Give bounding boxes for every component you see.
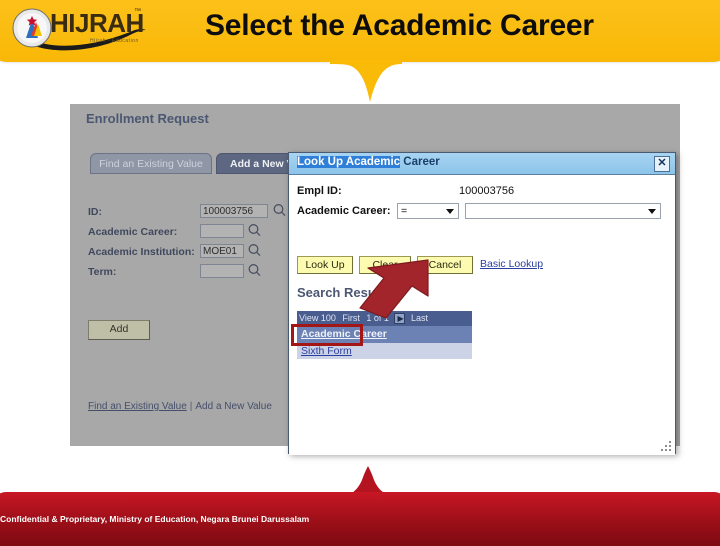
label-academic-institution: Academic Institution: (88, 246, 195, 258)
label-academic-career: Academic Career: (88, 226, 178, 238)
header-bubble-tail (330, 60, 402, 102)
input-term[interactable] (200, 264, 244, 278)
link-find-existing-value[interactable]: Find an Existing Value (88, 401, 187, 412)
add-button[interactable]: Add (88, 320, 150, 340)
bottom-links: Find an Existing Value | Add a New Value (88, 401, 272, 412)
footer-banner: Confidential & Proprietary, Ministry of … (0, 492, 720, 546)
chevron-down-icon-operator (446, 209, 454, 214)
resize-handle[interactable] (661, 441, 672, 452)
logo-subtitle: Hijrah - Education (90, 38, 139, 44)
logo-trademark: ™ (134, 8, 141, 15)
annotation-arrow-icon (340, 256, 436, 332)
tab-find-existing-value[interactable]: Find an Existing Value (90, 153, 212, 174)
modal-title: Look Up Academic Career (297, 156, 440, 168)
label-id: ID: (88, 206, 102, 218)
label-term: Term: (88, 266, 117, 278)
app-page-title: Enrollment Request (86, 111, 209, 126)
label-empl-id: Empl ID: (297, 185, 342, 197)
hijrah-logo: HIJRAH ™ Hijrah - Education (6, 2, 156, 54)
input-academic-institution[interactable]: MOE01 (200, 244, 244, 258)
page-title: Select the Academic Career (205, 9, 594, 42)
close-icon[interactable]: ✕ (654, 156, 670, 172)
logo-wordmark: HIJRAH (50, 8, 144, 38)
label-modal-academic-career: Academic Career: (297, 205, 391, 217)
basic-lookup-link[interactable]: Basic Lookup (480, 258, 543, 270)
view-count-label[interactable]: View 100 (297, 313, 338, 323)
value-empl-id: 100003756 (459, 185, 515, 197)
modal-title-rest: Career (400, 156, 440, 168)
modal-titlebar: Look Up Academic Career ✕ (289, 153, 675, 175)
link-add-new-value[interactable]: Add a New Value (195, 401, 272, 412)
operator-dropdown[interactable]: = (397, 203, 459, 219)
footer-text: Confidential & Proprietary, Ministry of … (0, 514, 310, 524)
lookup-icon-term[interactable] (247, 263, 262, 278)
lookup-icon-academic-institution[interactable] (247, 243, 262, 258)
lookup-icon-id[interactable] (272, 203, 287, 218)
chevron-down-icon-career (648, 209, 656, 214)
lookup-icon-academic-career[interactable] (247, 223, 262, 238)
input-id[interactable]: 100003756 (200, 204, 268, 218)
operator-dropdown-value: = (401, 205, 408, 217)
career-value-dropdown[interactable] (465, 203, 661, 219)
modal-title-highlighted: Look Up Academic (297, 156, 401, 168)
input-academic-career[interactable] (200, 224, 244, 238)
